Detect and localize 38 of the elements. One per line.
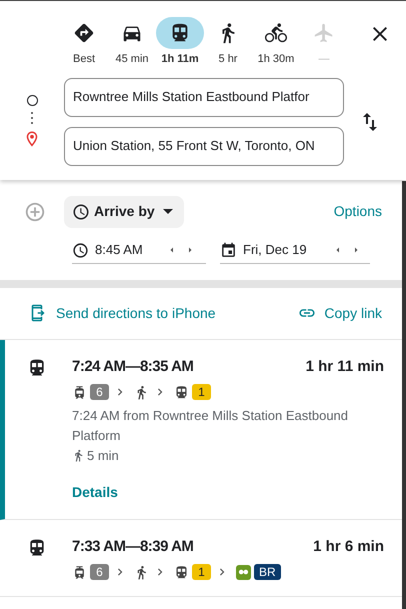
turn-sign-icon [73,22,95,44]
travel-mode-tab[interactable]: Best [60,17,108,68]
calendar-icon [220,242,237,258]
train-logo-icon [236,564,251,580]
route-description: 7:24 AM from Rowntree Mills Station Eastbound Platform [72,407,350,445]
scrollbar[interactable] [402,181,406,609]
copy-link-button[interactable]: Copy link [298,302,382,324]
arrive-by-dropdown[interactable]: Arrive by [64,196,184,228]
subway-icon [174,564,189,580]
time-field[interactable]: 8:45 AM [72,238,206,264]
clock-icon [72,202,90,220]
travel-mode-tab[interactable]: 45 min [108,17,156,68]
origin-field[interactable]: Rowntree Mills Station Eastbound Platfor [64,78,344,116]
tram-icon [72,564,87,580]
clock-icon [72,242,89,258]
options-link[interactable]: Options [334,201,382,222]
destination-field[interactable]: Union Station, 55 Front St W, Toronto, ON [64,126,344,166]
details-link[interactable]: Details [72,482,118,502]
travel-mode-tab[interactable]: 5 hr [204,17,252,68]
line-badge: 6 [90,384,109,400]
tram-icon [72,384,87,400]
route-times: 7:33 AM—8:39 AM [72,536,194,556]
add-icon [24,200,46,222]
line-badge: 6 [90,564,109,580]
line-badge: 1 [192,384,211,400]
airplane-icon [313,22,335,44]
route-duration: 1 hr 6 min [313,536,384,556]
dropdown-caret-icon [162,209,173,214]
route-times: 7:24 AM—8:35 AM [72,356,194,376]
route-duration: 1 hr 11 min [306,356,384,376]
bicycle-icon [265,22,287,44]
subway-icon [174,384,189,400]
travel-mode-tab[interactable]: 1h 30m [252,17,300,68]
line-badge: BR [254,564,281,580]
walk-duration: 5 min [87,447,119,465]
date-field[interactable]: Fri, Dec 19 [220,238,370,264]
line-badge: 1 [192,564,211,580]
send-directions-link[interactable]: Send directions to iPhone [28,302,216,324]
